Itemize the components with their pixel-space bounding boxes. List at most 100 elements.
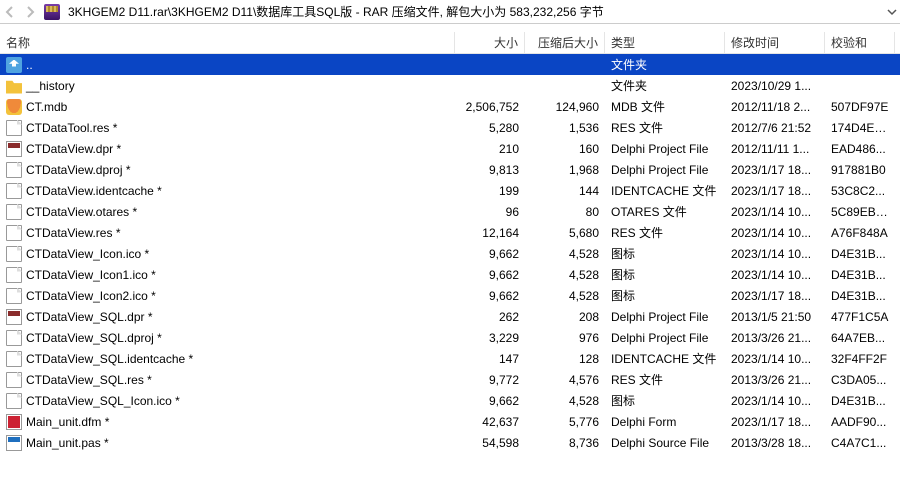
cell-crc: 917881B0 (825, 163, 895, 177)
cell-name: CTDataView_SQL_Icon.ico * (0, 393, 455, 409)
cell-name: .. (0, 57, 455, 73)
cell-name: CTDataView_SQL.dproj * (0, 330, 455, 346)
nav-forward-button[interactable] (20, 2, 40, 22)
cell-type: 文件夹 (605, 77, 725, 94)
cell-name: __history (0, 78, 455, 94)
table-row[interactable]: Main_unit.pas *54,5988,736Delphi Source … (0, 432, 900, 453)
table-row[interactable]: Main_unit.dfm *42,6375,776Delphi Form202… (0, 411, 900, 432)
file-name-label: CTDataView_Icon.ico * (26, 247, 149, 261)
cell-name: CTDataView.res * (0, 225, 455, 241)
cell-size: 147 (455, 352, 525, 366)
cell-date: 2012/7/6 21:52 (725, 121, 825, 135)
nav-back-button[interactable] (0, 2, 20, 22)
column-header-type[interactable]: 类型 (605, 32, 725, 53)
cell-crc: D4E31B... (825, 289, 895, 303)
column-header-date[interactable]: 修改时间 (725, 32, 825, 53)
cell-type: IDENTCACHE 文件 (605, 350, 725, 367)
table-row[interactable]: ..文件夹 (0, 54, 900, 75)
cell-date: 2023/1/17 18... (725, 289, 825, 303)
cell-packed: 976 (525, 331, 605, 345)
cell-name: CTDataView_SQL.identcache * (0, 351, 455, 367)
address-path[interactable]: 3KHGEM2 D11.rar\3KHGEM2 D11\数据库工具SQL版 - … (64, 1, 884, 22)
file-name-label: CTDataView.dpr * (26, 142, 121, 156)
dpr-icon (6, 141, 22, 157)
column-header-size[interactable]: 大小 (455, 32, 525, 53)
table-row[interactable]: CTDataView.dpr *210160Delphi Project Fil… (0, 138, 900, 159)
cell-crc: 32F4FF2F (825, 352, 895, 366)
table-row[interactable]: CTDataView_SQL.res *9,7724,576RES 文件2013… (0, 369, 900, 390)
file-name-label: CTDataView.otares * (26, 205, 137, 219)
cell-type: OTARES 文件 (605, 203, 725, 220)
cell-name: CTDataView_SQL.res * (0, 372, 455, 388)
cell-date: 2023/1/14 10... (725, 226, 825, 240)
cell-type: RES 文件 (605, 119, 725, 136)
column-header-packed[interactable]: 压缩后大小 (525, 32, 605, 53)
table-row[interactable]: CTDataView_Icon2.ico *9,6624,528图标2023/1… (0, 285, 900, 306)
table-row[interactable]: CTDataView_Icon.ico *9,6624,528图标2023/1/… (0, 243, 900, 264)
cell-packed: 8,736 (525, 436, 605, 450)
file-name-label: CTDataView_SQL.res * (26, 373, 152, 387)
address-dropdown-button[interactable] (884, 7, 900, 17)
table-row[interactable]: CTDataView_Icon1.ico *9,6624,528图标2023/1… (0, 264, 900, 285)
table-row[interactable]: CTDataView.identcache *199144IDENTCACHE … (0, 180, 900, 201)
cell-type: Delphi Source File (605, 436, 725, 450)
cell-crc: C4A7C1... (825, 436, 895, 450)
cell-date: 2023/10/29 1... (725, 79, 825, 93)
cell-packed: 128 (525, 352, 605, 366)
cell-type: RES 文件 (605, 224, 725, 241)
cell-type: Delphi Project File (605, 331, 725, 345)
cell-date: 2013/3/28 18... (725, 436, 825, 450)
table-row[interactable]: CTDataView_SQL.dpr *262208Delphi Project… (0, 306, 900, 327)
file-icon (6, 288, 22, 304)
cell-type: 图标 (605, 245, 725, 262)
table-row[interactable]: CTDataView_SQL_Icon.ico *9,6624,528图标202… (0, 390, 900, 411)
cell-crc: 507DF97E (825, 100, 895, 114)
file-name-label: CTDataView.identcache * (26, 184, 162, 198)
cell-packed: 160 (525, 142, 605, 156)
cell-date: 2013/1/5 21:50 (725, 310, 825, 324)
table-row[interactable]: CTDataView.res *12,1645,680RES 文件2023/1/… (0, 222, 900, 243)
folder-icon (6, 78, 22, 94)
file-icon (6, 225, 22, 241)
table-row[interactable]: CTDataView.dproj *9,8131,968Delphi Proje… (0, 159, 900, 180)
table-row[interactable]: __history 文件夹2023/10/29 1... (0, 75, 900, 96)
cell-name: CTDataView.dpr * (0, 141, 455, 157)
db-icon (6, 99, 22, 115)
table-row[interactable]: CT.mdb2,506,752124,960MDB 文件2012/11/18 2… (0, 96, 900, 117)
cell-size: 12,164 (455, 226, 525, 240)
file-name-label: CTDataView_SQL.dpr * (26, 310, 153, 324)
cell-size: 262 (455, 310, 525, 324)
cell-name: CTDataView.identcache * (0, 183, 455, 199)
cell-crc: AADF90... (825, 415, 895, 429)
archive-icon (44, 4, 60, 20)
cell-date: 2012/11/18 2... (725, 100, 825, 114)
file-icon (6, 246, 22, 262)
cell-packed: 1,536 (525, 121, 605, 135)
column-header-name[interactable]: 名称 (0, 32, 455, 53)
cell-crc: 53C8C2... (825, 184, 895, 198)
file-name-label: Main_unit.dfm * (26, 415, 109, 429)
table-row[interactable]: CTDataTool.res *5,2801,536RES 文件2012/7/6… (0, 117, 900, 138)
cell-type: RES 文件 (605, 371, 725, 388)
pas-icon (6, 435, 22, 451)
table-row[interactable]: CTDataView_SQL.identcache *147128IDENTCA… (0, 348, 900, 369)
file-icon (6, 120, 22, 136)
cell-packed: 5,776 (525, 415, 605, 429)
cell-packed: 4,528 (525, 268, 605, 282)
file-name-label: CTDataView.dproj * (26, 163, 131, 177)
cell-type: 图标 (605, 287, 725, 304)
file-icon (6, 162, 22, 178)
file-name-label: CTDataView_SQL.dproj * (26, 331, 162, 345)
table-row[interactable]: CTDataView.otares *9680OTARES 文件2023/1/1… (0, 201, 900, 222)
cell-name: Main_unit.pas * (0, 435, 455, 451)
cell-crc: A76F848A (825, 226, 895, 240)
column-header-crc[interactable]: 校验和 (825, 32, 895, 53)
table-row[interactable]: CTDataView_SQL.dproj *3,229976Delphi Pro… (0, 327, 900, 348)
cell-packed: 1,968 (525, 163, 605, 177)
file-name-label: CTDataView_Icon1.ico * (26, 268, 156, 282)
dfm-icon (6, 414, 22, 430)
cell-crc: 477F1C5A (825, 310, 895, 324)
cell-size: 9,662 (455, 289, 525, 303)
cell-size: 5,280 (455, 121, 525, 135)
file-name-label: CT.mdb (26, 100, 67, 114)
